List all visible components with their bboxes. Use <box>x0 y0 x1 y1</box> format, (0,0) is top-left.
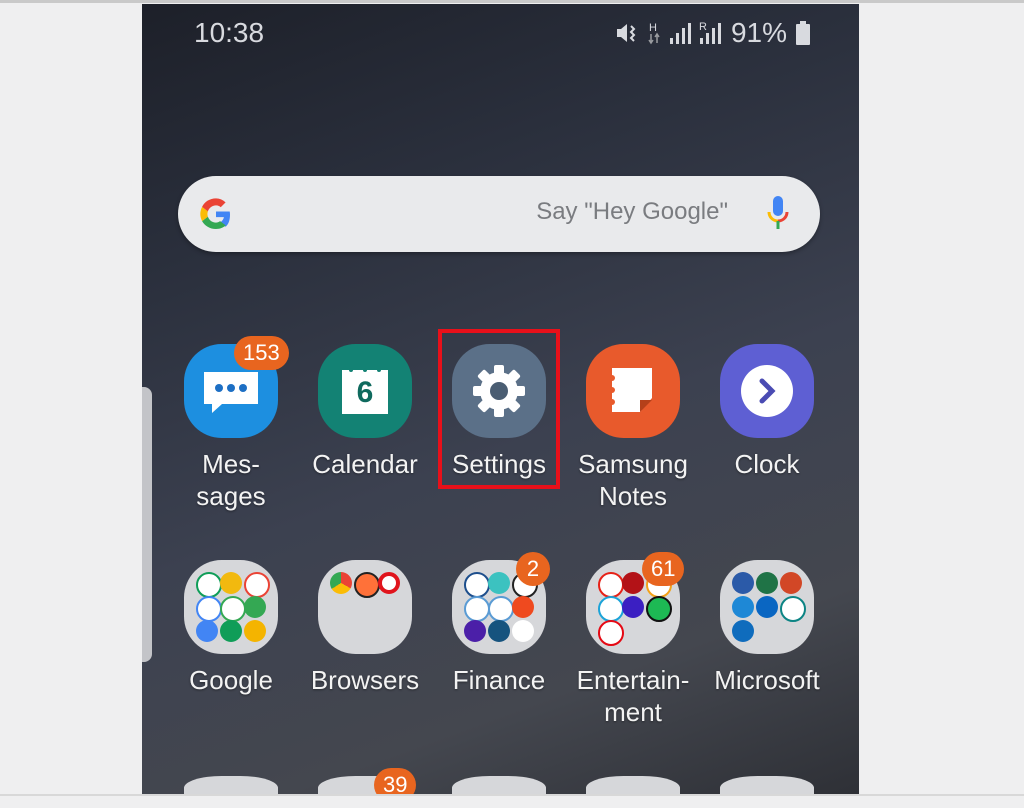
folder-entertainment[interactable]: 61 Entertain- ment <box>568 552 698 728</box>
signal-icon <box>669 20 691 46</box>
word-icon <box>732 572 754 594</box>
svg-text:R: R <box>699 21 707 33</box>
battery-percent: 91% <box>730 17 787 48</box>
powerpoint-icon <box>780 572 802 594</box>
finance-app-icon <box>512 596 534 618</box>
sheets-icon <box>220 620 242 642</box>
spotify-icon <box>646 596 672 622</box>
window-top-border <box>0 0 1024 3</box>
photos-icon <box>220 572 242 594</box>
folder-google[interactable]: Google <box>166 560 296 696</box>
folder-icon <box>184 776 278 795</box>
chrome-icon <box>330 572 352 594</box>
linkedin-icon <box>756 596 778 618</box>
firefox-icon <box>354 572 380 598</box>
docs-icon <box>196 620 218 642</box>
finance-app-icon <box>464 596 490 622</box>
bbc-news-icon <box>622 572 644 594</box>
finance-app-icon <box>488 596 514 622</box>
app-label: Samsung Notes <box>578 449 688 511</box>
folder-row3-3[interactable] <box>434 776 564 795</box>
mic-icon[interactable] <box>766 192 790 236</box>
google-g-icon <box>196 194 236 234</box>
finance-app-icon <box>512 620 534 642</box>
play-store-icon <box>220 596 246 622</box>
app-clock[interactable]: Clock <box>702 344 832 480</box>
folder-icon: 39 <box>318 768 417 795</box>
battery-icon <box>795 20 811 46</box>
maps-icon <box>244 596 266 618</box>
vibrate-icon <box>613 20 639 46</box>
entertainment-badge: 61 <box>642 552 685 586</box>
finance-app-icon <box>464 572 490 598</box>
folder-label: Google <box>189 665 273 695</box>
clock-icon <box>720 344 814 438</box>
slides-icon <box>244 620 266 642</box>
folder-microsoft[interactable]: Microsoft <box>702 560 832 696</box>
finance-folder-icon: 2 <box>452 552 550 654</box>
folder-finance[interactable]: 2 Finance <box>434 552 564 696</box>
roaming-signal-icon: R <box>699 20 723 46</box>
google-search-bar[interactable]: Say "Hey Google" <box>178 176 820 252</box>
gmail-icon <box>244 572 270 598</box>
netflix-icon <box>598 620 624 646</box>
app-samsung-notes[interactable]: Samsung Notes <box>568 344 698 512</box>
opera-icon <box>378 572 400 594</box>
finance-app-icon <box>488 620 510 642</box>
entertainment-folder-icon: 61 <box>586 552 685 654</box>
app-label: Clock <box>734 449 800 479</box>
app-label: Calendar <box>312 449 418 479</box>
microsoft-folder-icon <box>720 560 814 654</box>
folder-row3-2[interactable]: 39 <box>300 768 430 795</box>
onedrive-icon <box>732 596 754 618</box>
folder-icon <box>452 776 546 795</box>
prime-video-icon <box>598 596 624 622</box>
google-app-icon <box>196 596 222 622</box>
folder-row3-1[interactable] <box>166 776 296 795</box>
outlook-icon <box>732 620 754 642</box>
clock-time: 10:38 <box>194 17 265 48</box>
messages-icon: 153 <box>184 336 289 438</box>
calendar-icon: 6 <box>318 344 412 438</box>
edge-panel-handle[interactable] <box>142 387 152 662</box>
app-label: Mes- sages <box>196 449 266 511</box>
bing-icon <box>780 596 806 622</box>
folder-row3-5[interactable] <box>702 776 832 795</box>
folder-label: Browsers <box>310 665 420 695</box>
notes-icon <box>586 344 680 438</box>
status-bar: 10:38 H R 91% <box>142 4 859 60</box>
search-hint: Say "Hey Google" <box>536 198 728 225</box>
finance-app-icon <box>488 572 510 594</box>
folder-label: Microsoft <box>714 665 820 695</box>
folder-label: Finance <box>452 665 546 695</box>
folder-browsers[interactable]: Browsers <box>300 560 430 696</box>
calendar-day: 6 <box>356 376 374 409</box>
finance-app-icon <box>464 620 486 642</box>
folder-row3-4[interactable] <box>568 776 698 795</box>
folder-icon <box>586 776 680 795</box>
folder-label: Entertain- ment <box>576 665 690 727</box>
finance-badge: 2 <box>516 552 550 586</box>
excel-icon <box>756 572 778 594</box>
row3-badge: 39 <box>374 768 417 795</box>
browsers-folder-icon <box>318 560 412 654</box>
youtube-icon <box>598 572 624 598</box>
app-messages[interactable]: 153 Mes- sages <box>166 336 296 512</box>
app-calendar[interactable]: 6 Calendar <box>300 344 430 480</box>
now-tv-icon <box>622 596 644 618</box>
settings-highlight-box <box>438 329 560 489</box>
messages-badge: 153 <box>234 336 289 370</box>
window-bottom-border <box>0 794 1024 796</box>
google-folder-icon <box>184 560 278 654</box>
folder-icon <box>720 776 814 795</box>
svg-text:H: H <box>649 22 657 34</box>
drive-icon <box>196 572 222 598</box>
hspa-data-icon: H <box>647 20 661 46</box>
